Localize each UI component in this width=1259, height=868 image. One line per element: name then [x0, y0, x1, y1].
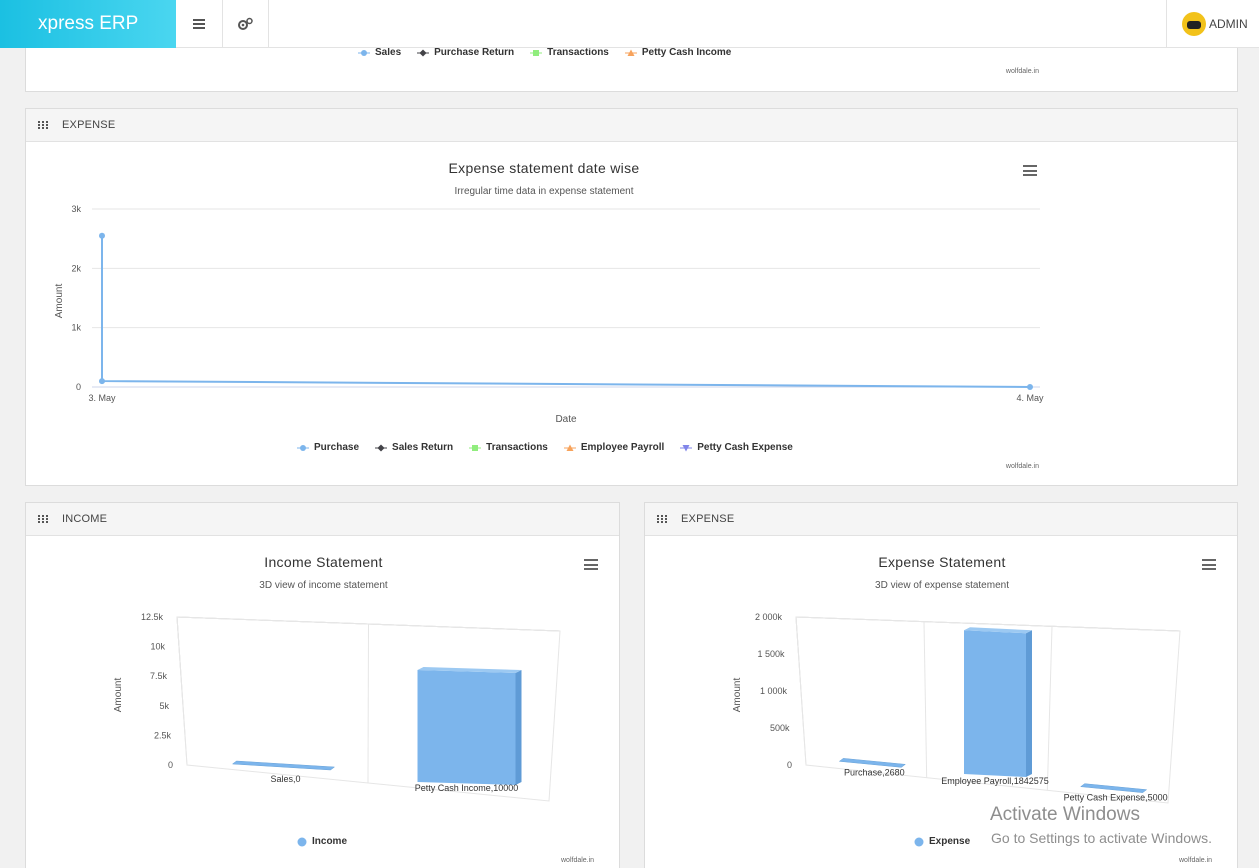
y-tick-label: 5k	[159, 701, 169, 711]
y-tick-label: 0	[168, 760, 173, 770]
grid-line	[923, 621, 928, 778]
chart-credit[interactable]: wolfdale.in	[1179, 857, 1212, 864]
legend-label: Purchase Return	[434, 47, 515, 58]
bar-side	[515, 670, 522, 785]
y-tick-label: 12.5k	[141, 612, 164, 622]
legend-item-sales-return[interactable]: Sales Return	[375, 442, 453, 453]
y-axis-title: Amount	[113, 678, 124, 713]
brand-logo[interactable]: xpress ERP	[0, 0, 176, 48]
legend-marker	[914, 837, 924, 846]
y-tick-label: 0	[76, 382, 81, 392]
legend-marker	[297, 444, 309, 451]
legend-marker	[297, 837, 307, 846]
top-navbar: xpress ERP ADMIN	[0, 0, 1259, 48]
legend-item-purchase[interactable]: Purchase	[297, 442, 359, 453]
series-line-purchase	[101, 235, 1031, 388]
y-tick-label: 2k	[71, 263, 81, 273]
legend-item-employee-payroll[interactable]: Employee Payroll	[563, 442, 665, 453]
bar	[1080, 783, 1148, 793]
chart-legend: Sales Purchase Return Transactions Petty…	[358, 47, 731, 58]
legend-marker	[624, 49, 637, 56]
os-activation-watermark-title: Activate Windows	[990, 804, 1140, 825]
legend-item-expense[interactable]: Expense	[914, 836, 970, 847]
data-label: Purchase,2680	[844, 767, 905, 777]
legend-label: Sales	[375, 47, 402, 58]
user-menu[interactable]: ADMIN	[1166, 0, 1259, 48]
grid-line	[367, 623, 369, 784]
legend-item-petty-cash-expense[interactable]: Petty Cash Expense	[680, 442, 793, 453]
x-tick-label: 3. May	[88, 393, 116, 403]
x-axis-title: Date	[555, 414, 577, 425]
settings-button[interactable]	[222, 0, 269, 48]
legend-marker	[680, 444, 693, 451]
gears-icon	[238, 17, 253, 30]
legend-label: Expense	[929, 836, 971, 847]
avatar	[1182, 12, 1206, 36]
y-tick-label: 2 000k	[755, 612, 783, 622]
legend-item-transactions[interactable]: Transactions	[469, 442, 548, 453]
legend-item-transactions[interactable]: Transactions	[530, 47, 609, 58]
data-label: Sales,0	[270, 774, 300, 784]
legend-marker	[417, 48, 430, 57]
y-tick-label: 500k	[770, 723, 790, 733]
y-tick-label: 1 500k	[757, 649, 785, 659]
bar	[964, 630, 1026, 777]
chart-credit[interactable]: wolfdale.in	[1006, 68, 1039, 75]
legend-label: Income	[312, 836, 348, 847]
y-tick-label: 2.5k	[154, 730, 172, 740]
menu-toggle-button[interactable]	[176, 0, 223, 48]
chart-legend: Income	[297, 836, 347, 847]
legend-label: Purchase	[314, 442, 360, 453]
data-point	[99, 232, 105, 239]
y-tick-label: 7.5k	[150, 671, 168, 681]
legend-label: Transactions	[486, 442, 548, 453]
legend-item-purchase-return[interactable]: Purchase Return	[417, 47, 514, 58]
expense-line-panel: EXPENSE Expense statement date wise Irre…	[25, 108, 1238, 486]
user-label: ADMIN	[1209, 17, 1248, 31]
legend-label: Petty Cash Income	[641, 47, 732, 58]
legend-item-income[interactable]: Income	[297, 836, 347, 847]
legend-marker	[375, 443, 388, 452]
y-tick-label: 1 000k	[760, 686, 788, 696]
bar	[231, 760, 336, 771]
chart-legend: Purchase Sales Return Transactions Emplo…	[297, 442, 793, 453]
y-tick-label: 10k	[150, 642, 165, 652]
grid-line	[1046, 626, 1053, 791]
legend-marker	[358, 49, 370, 56]
x-tick-label: 4. May	[1016, 393, 1044, 403]
data-label: Petty Cash Expense,5000	[1064, 793, 1168, 803]
legend-item-sales[interactable]: Sales	[358, 47, 401, 58]
expense-bar-panel: EXPENSE Expense Statement 3D view of exp…	[644, 502, 1238, 868]
data-label: Employee Payroll,1842575	[941, 776, 1049, 786]
y-axis-title: Amount	[732, 678, 743, 713]
bar	[417, 670, 516, 785]
chart-credit[interactable]: wolfdale.in	[1006, 463, 1039, 470]
income-panel: INCOME Income Statement 3D view of incom…	[25, 502, 620, 868]
y-tick-label: 1k	[71, 323, 81, 333]
bar	[838, 758, 906, 768]
legend-item-petty-cash-income[interactable]: Petty Cash Income	[624, 47, 732, 58]
hamburger-icon	[193, 19, 205, 29]
chart-credit[interactable]: wolfdale.in	[561, 857, 594, 864]
data-label: Petty Cash Income,10000	[415, 783, 519, 793]
legend-label: Petty Cash Expense	[697, 442, 793, 453]
legend-marker	[530, 49, 543, 56]
os-activation-watermark-text: Go to Settings to activate Windows.	[991, 830, 1212, 846]
expense-line-chart: 0 1k 2k 3k 3. May 4. May Amount Date	[54, 204, 1044, 425]
legend-label: Transactions	[547, 47, 609, 58]
data-point	[99, 378, 105, 385]
legend-label: Sales Return	[392, 442, 454, 453]
legend-label: Employee Payroll	[580, 442, 665, 453]
expense-3d-bar-chart: 0 500k 1 000k 1 500k 2 000k Purchase,2680 Emp…	[732, 612, 1181, 804]
y-axis-title: Amount	[54, 284, 65, 319]
y-tick-label: 3k	[71, 204, 81, 214]
income-3d-bar-chart: 0 2.5k 5k 7.5k 10k 12.5k Sales,0 Petty Cash In…	[113, 612, 561, 802]
legend-marker	[563, 444, 576, 451]
y-tick-label: 0	[787, 760, 792, 770]
chart-legend: Expense	[914, 836, 970, 847]
legend-marker	[469, 444, 482, 451]
data-point	[1027, 384, 1033, 390]
bar-side	[1026, 630, 1032, 777]
